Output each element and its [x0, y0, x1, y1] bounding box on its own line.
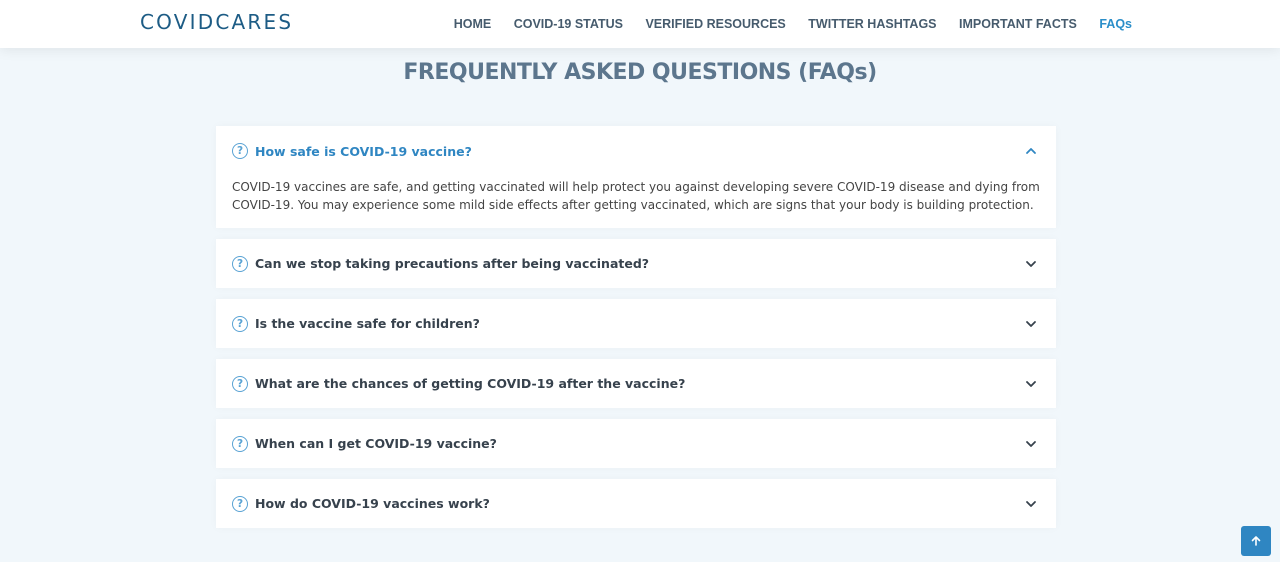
chevron-up-icon: [1026, 148, 1036, 154]
faq-question: What are the chances of getting COVID-19…: [255, 376, 686, 391]
nav-faqs[interactable]: FAQs: [1099, 17, 1132, 31]
faq-item: ? How safe is COVID-19 vaccine? COVID-19…: [216, 126, 1056, 228]
nav-verified-resources[interactable]: VERIFIED RESOURCES: [645, 17, 785, 31]
faq-question: How safe is COVID-19 vaccine?: [255, 143, 472, 159]
faq-item: ? Can we stop taking precautions after b…: [216, 239, 1056, 288]
faq-item: ? How do COVID-19 vaccines work?: [216, 479, 1056, 528]
chevron-down-icon: [1026, 320, 1036, 327]
page-title: FREQUENTLY ASKED QUESTIONS (FAQs): [403, 60, 877, 85]
faq-item: ? What are the chances of getting COVID-…: [216, 359, 1056, 408]
faq-question-toggle[interactable]: ? How do COVID-19 vaccines work?: [216, 479, 1056, 528]
nav-home[interactable]: HOME: [454, 17, 492, 31]
question-circle-icon: ?: [232, 495, 248, 512]
faq-question-toggle[interactable]: ? When can I get COVID-19 vaccine?: [216, 419, 1056, 468]
main-nav: HOME COVID-19 STATUS VERIFIED RESOURCES …: [431, 0, 1132, 48]
back-to-top-button[interactable]: [1241, 526, 1271, 556]
chevron-down-icon: [1026, 260, 1036, 267]
chevron-down-icon: [1026, 500, 1036, 507]
faq-answer: COVID-19 vaccines are safe, and getting …: [232, 180, 1040, 212]
question-circle-icon: ?: [232, 375, 248, 392]
question-circle-icon: ?: [232, 315, 248, 332]
question-circle-icon: ?: [232, 143, 248, 159]
nav-covid-status[interactable]: COVID-19 STATUS: [514, 17, 623, 31]
chevron-down-icon: [1026, 440, 1036, 447]
faq-question: Can we stop taking precautions after bei…: [255, 256, 650, 271]
faq-item: ? Is the vaccine safe for children?: [216, 299, 1056, 348]
faq-question-toggle[interactable]: ? What are the chances of getting COVID-…: [216, 359, 1056, 408]
faq-item: ? When can I get COVID-19 vaccine?: [216, 419, 1056, 468]
question-circle-icon: ?: [232, 255, 248, 272]
question-circle-icon: ?: [232, 435, 248, 452]
arrow-up-icon: [1251, 536, 1261, 546]
faq-question-toggle[interactable]: ? How safe is COVID-19 vaccine?: [216, 126, 1056, 176]
faq-question: When can I get COVID-19 vaccine?: [255, 436, 497, 451]
faq-list: ? How safe is COVID-19 vaccine? COVID-19…: [216, 126, 1056, 539]
nav-twitter-hashtags[interactable]: TWITTER HASHTAGS: [808, 17, 936, 31]
faq-question: Is the vaccine safe for children?: [255, 316, 480, 331]
faq-question-toggle[interactable]: ? Is the vaccine safe for children?: [216, 299, 1056, 348]
site-header: COVIDCARES HOME COVID-19 STATUS VERIFIED…: [0, 0, 1280, 48]
faq-question: How do COVID-19 vaccines work?: [255, 496, 490, 511]
nav-important-facts[interactable]: IMPORTANT FACTS: [959, 17, 1077, 31]
chevron-down-icon: [1026, 380, 1036, 387]
faq-question-toggle[interactable]: ? Can we stop taking precautions after b…: [216, 239, 1056, 288]
site-logo[interactable]: COVIDCARES: [140, 10, 293, 34]
